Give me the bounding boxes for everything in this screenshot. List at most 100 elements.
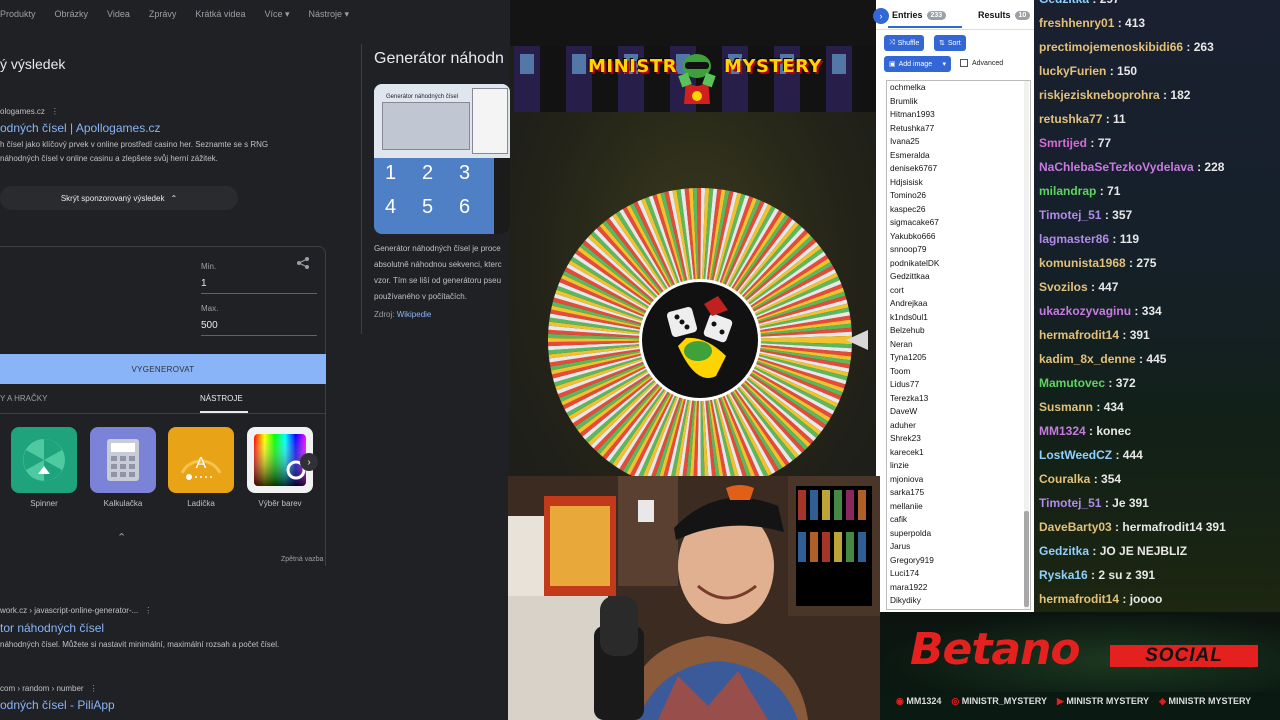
chat-username[interactable]: LostWeedCZ [1039, 448, 1112, 462]
result2-title-link[interactable]: tor náhodných čísel [0, 621, 104, 635]
chat-separator: : [1087, 136, 1098, 150]
nav-news[interactable]: Zprávy [149, 9, 177, 20]
chat-username[interactable]: Gedzitka [1039, 544, 1089, 558]
chat-text: 445 [1146, 352, 1167, 366]
chat-username[interactable]: Susmann [1039, 400, 1093, 414]
result3-title-link[interactable]: odných čísel - PiliApp [0, 698, 115, 712]
hide-sponsored-button[interactable]: Skrýt sponzorovaný výsledek ⌃ [0, 186, 238, 210]
tool-calculator[interactable] [90, 427, 156, 493]
entry-name: Esmeralda [890, 149, 930, 160]
max-input[interactable]: 500 [201, 320, 317, 336]
chat-username[interactable]: NaChlebaSeTezkoVydelava [1039, 160, 1194, 174]
entry-name: Tyna1205 [890, 352, 927, 362]
chat-message: riskjeziskneboprohra : 182 [1039, 88, 1190, 102]
svg-text:A: A [196, 455, 207, 472]
chat-username[interactable]: DaveBarty03 [1039, 520, 1112, 534]
chat-username[interactable]: kadim_8x_denne [1039, 352, 1136, 366]
chat-text: 297 [1100, 0, 1120, 6]
wheel-pointer-icon [846, 330, 868, 350]
chat-username[interactable]: komunista1968 [1039, 256, 1126, 270]
feedback-link[interactable]: Zpětná vazba [281, 556, 323, 563]
entry-name: mellaniie [890, 500, 923, 511]
advanced-toggle[interactable]: Advanced [960, 59, 1003, 67]
chat-username[interactable]: Gedzitka [1039, 0, 1089, 6]
chat-username[interactable]: ukazkozyvaginu [1039, 304, 1131, 318]
tuner-icon: A [180, 455, 222, 480]
sort-button[interactable]: ⇅ Sort [934, 35, 966, 51]
more-options-icon[interactable]: ⋮ [90, 684, 98, 693]
chat-separator: : [1159, 88, 1171, 102]
chat-username[interactable]: luckyFurien [1039, 64, 1106, 78]
chat-username[interactable]: Timotej_51 [1039, 208, 1101, 222]
knowledge-image[interactable]: Generátor náhodných čísel 1 2 3 4 5 6 [374, 84, 510, 234]
mascot-icon [676, 50, 718, 108]
chat-separator: : [1105, 376, 1116, 390]
instagram-handle-text: MINISTR_MYSTERY [961, 696, 1047, 706]
twitch-chat: Gedzitka : 297 freshhenry01 : 413 prectimo… [1034, 0, 1280, 612]
generate-button[interactable]: VYGENEROVAT [0, 354, 326, 384]
entries-textarea[interactable]: ochmelka Brumlik Hitman1993 Retushka77 Ivana… [886, 80, 1031, 610]
entry-name: ochmelka [890, 82, 926, 92]
chat-username[interactable]: retushka77 [1039, 112, 1102, 126]
entries-scrollbar[interactable] [1024, 81, 1029, 609]
source-link[interactable]: Wikipedie [397, 310, 432, 319]
shuffle-label: Shuffle [897, 39, 920, 47]
knowledge-source: Zdroj: Wikipedie [374, 310, 431, 319]
advanced-checkbox[interactable] [960, 59, 968, 67]
chat-username[interactable]: prectimojemenoskibidi66 [1039, 40, 1183, 54]
nav-tools[interactable]: Nástroje ▾ [308, 9, 349, 20]
spin-wheel[interactable] [546, 186, 854, 476]
chat-message: NaChlebaSeTezkoVydelava : 228 [1039, 160, 1224, 174]
entry-name: Shrek23 [890, 433, 921, 443]
entry-name: Lidus77 [890, 379, 920, 389]
advanced-label: Advanced [972, 59, 1004, 67]
tool-spinner[interactable] [11, 427, 77, 493]
tab-entries[interactable]: Entries 233 [892, 10, 947, 20]
carousel-next-icon[interactable]: › [300, 453, 318, 471]
collapse-panel-icon[interactable]: › [873, 8, 889, 24]
active-tab-underline [888, 26, 962, 28]
tab-results[interactable]: Results 10 [978, 10, 1031, 20]
chat-username[interactable]: Svozilos [1039, 280, 1088, 294]
chat-username[interactable]: freshhenry01 [1039, 16, 1114, 30]
chat-username[interactable]: MM1324 [1039, 424, 1086, 438]
entry-name: Hitman1993 [890, 109, 935, 119]
collapse-tools-icon[interactable]: ⌃ [117, 531, 126, 544]
chat-username[interactable]: Timotej_51 [1039, 496, 1101, 510]
more-options-icon[interactable]: ⋮ [51, 107, 59, 116]
chat-username[interactable]: hermafrodit14 [1039, 328, 1119, 342]
chat-username[interactable]: Couralka [1039, 472, 1090, 486]
chat-username[interactable]: Smrtijed [1039, 136, 1087, 150]
chat-text: 357 [1112, 208, 1133, 222]
min-input[interactable]: 1 [201, 278, 317, 294]
chat-username[interactable]: lagmaster86 [1039, 232, 1109, 246]
nav-images[interactable]: Obrázky [55, 9, 89, 20]
scrollbar-thumb[interactable] [1024, 511, 1029, 607]
chat-text: 391 [1129, 328, 1150, 342]
tool-tuner[interactable]: A [168, 427, 234, 493]
tab-tools[interactable]: NÁSTROJE [200, 394, 243, 403]
chat-username[interactable]: milandrap [1039, 184, 1096, 198]
shuffle-button[interactable]: ⤨ Shuffle [884, 35, 925, 51]
nav-short-videos[interactable]: Krátká videa [195, 9, 245, 20]
entry-name: linzie [890, 460, 909, 470]
add-image-button[interactable]: ▣ Add image ▾ [884, 56, 951, 72]
more-options-icon[interactable]: ⋮ [144, 606, 152, 615]
chat-separator: : [1101, 496, 1113, 510]
chat-separator: : [1125, 256, 1137, 270]
nav-videos[interactable]: Videa [107, 9, 130, 20]
tab-games[interactable]: Y A HRAČKY [0, 394, 47, 403]
share-icon[interactable] [296, 256, 310, 275]
result1-title-link[interactable]: odných čísel | Apollogames.cz [0, 121, 161, 135]
nav-products[interactable]: Produkty [0, 9, 36, 20]
chat-username[interactable]: hermafrodit14 [1039, 592, 1119, 606]
chat-username[interactable]: riskjeziskneboprohra [1039, 88, 1160, 102]
sort-icon: ⇅ [939, 40, 945, 47]
chat-separator: : [1193, 160, 1205, 174]
entry-name: Tomino26 [890, 190, 926, 200]
banner-brand-left: MINISTR [588, 56, 677, 77]
nav-more[interactable]: Více ▾ [264, 9, 289, 20]
stream-layout: Produkty Obrázky Videa Zprávy Krátká vid… [0, 0, 1280, 720]
chat-username[interactable]: Ryska16 [1039, 568, 1088, 582]
chat-username[interactable]: Mamutovec [1039, 376, 1105, 390]
